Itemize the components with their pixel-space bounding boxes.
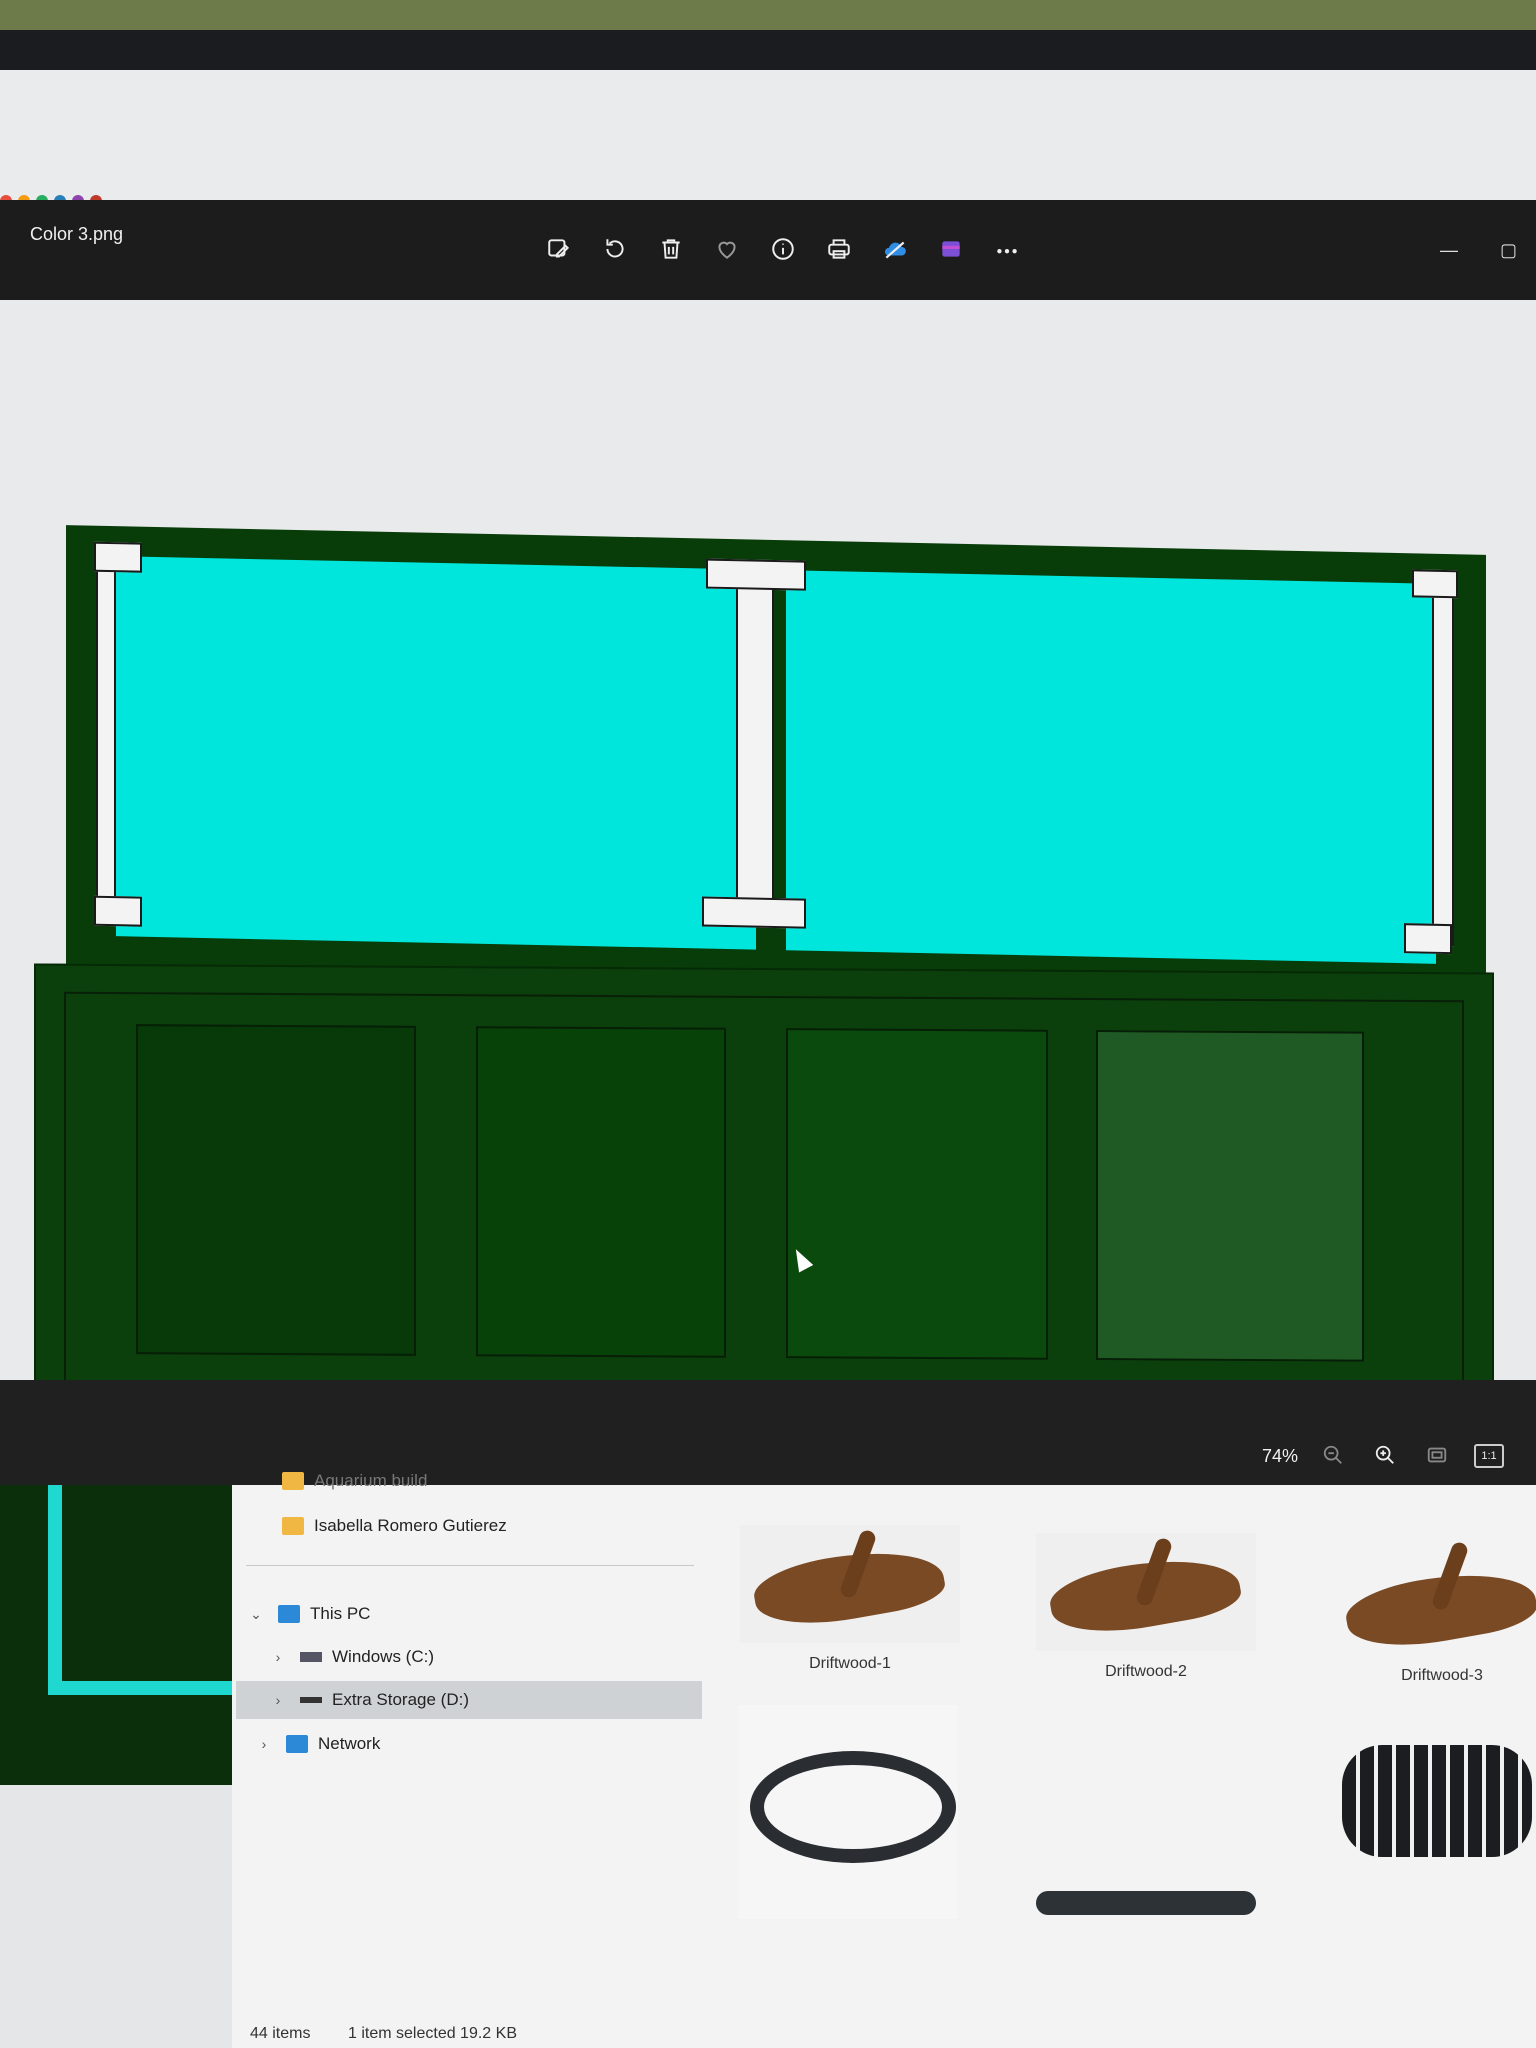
- onedrive-icon[interactable]: [876, 230, 914, 268]
- background-tank-preview: [0, 1485, 240, 1785]
- file-title: Color 3.png: [30, 224, 124, 244]
- cabinet-inner-frame: [64, 991, 1464, 1401]
- actual-size-label: 1:1: [1481, 1450, 1497, 1462]
- chevron-right-icon[interactable]: ›: [268, 1649, 288, 1665]
- cabinet-door-2: [476, 1026, 726, 1358]
- viewer-titlebar: Color 3.png — ▢: [0, 200, 1536, 300]
- minimize-button[interactable]: —: [1440, 240, 1458, 261]
- file-tubing[interactable]: [1036, 1705, 1256, 1925]
- folder-aquarium-build[interactable]: Aquarium build: [282, 1469, 427, 1493]
- tubing-thumbnail: [1036, 1705, 1256, 1919]
- chevron-right-icon[interactable]: ›: [254, 1736, 274, 1752]
- right-top-cap: [1412, 569, 1458, 599]
- left-bottom-cap: [94, 895, 142, 927]
- viewer-statusbar: 74% 1:1: [0, 1380, 1536, 1485]
- driftwood-thumbnail: [1332, 1537, 1536, 1655]
- explorer-navigation-pane: Aquarium build Isabella Romero Gutierez …: [232, 1471, 702, 2005]
- network-icon: [286, 1735, 308, 1753]
- aquarium-tank-frame: [66, 525, 1486, 995]
- nav-drive-c[interactable]: › Windows (C:): [268, 1638, 434, 1676]
- center-brace: [736, 573, 774, 918]
- edit-image-icon[interactable]: [540, 230, 578, 268]
- file-driftwood-3[interactable]: Driftwood-3: [1332, 1537, 1536, 1685]
- actual-size-icon[interactable]: 1:1: [1474, 1444, 1504, 1468]
- tab-color-dots: [0, 188, 108, 201]
- file-driftwood-1[interactable]: Driftwood-1: [740, 1525, 960, 1673]
- left-brace: [96, 547, 116, 919]
- right-bottom-cap: [1404, 923, 1452, 955]
- file-label: Driftwood-2: [1105, 1663, 1187, 1680]
- computer-icon: [278, 1605, 300, 1623]
- wave-pump-thumbnail: [1322, 1705, 1536, 1919]
- zoom-tools: 1:1: [1318, 1440, 1504, 1470]
- drive-icon: [300, 1697, 322, 1703]
- aquarium-stand-cabinet: [34, 963, 1494, 1433]
- center-bottom-cap: [702, 896, 806, 929]
- windows-drive-icon: [300, 1652, 322, 1662]
- file-label: Driftwood-3: [1401, 1667, 1483, 1684]
- chevron-down-icon[interactable]: ⌄: [246, 1606, 266, 1623]
- nav-this-pc[interactable]: ⌄ This PC: [246, 1595, 370, 1633]
- background-window-strip: [0, 70, 1536, 201]
- selection-status: 1 item selected 19.2 KB: [348, 2025, 517, 2042]
- file-label: Driftwood-1: [809, 1655, 891, 1672]
- zoom-out-icon[interactable]: [1318, 1440, 1348, 1470]
- image-canvas[interactable]: [0, 300, 1536, 1433]
- nav-divider: [246, 1565, 694, 1566]
- zoom-level: 74%: [1262, 1446, 1299, 1466]
- folder-isabella-romero-gutierez[interactable]: Isabella Romero Gutierez: [282, 1507, 507, 1545]
- driftwood-thumbnail: [1036, 1533, 1256, 1651]
- cabinet-door-4: [1096, 1030, 1364, 1362]
- center-top-cap: [706, 558, 806, 591]
- right-brace: [1432, 575, 1454, 947]
- maximize-button[interactable]: ▢: [1500, 240, 1517, 261]
- delete-icon[interactable]: [652, 230, 690, 268]
- rotate-icon[interactable]: [596, 230, 634, 268]
- info-icon[interactable]: [764, 230, 802, 268]
- screen: Color 3.png — ▢ 74% 1:1 Aquarium build I…: [0, 70, 1536, 2048]
- chevron-right-icon[interactable]: ›: [268, 1692, 288, 1708]
- file-explorer-window: Aquarium build Isabella Romero Gutierez …: [232, 1471, 1536, 2048]
- fit-to-window-icon[interactable]: [1422, 1440, 1452, 1470]
- zoom-in-icon[interactable]: [1370, 1440, 1400, 1470]
- nav-drive-d[interactable]: › Extra Storage (D:): [236, 1681, 702, 1719]
- item-count: 44 items: [250, 2025, 311, 2042]
- explorer-file-grid: Driftwood-1 Driftwood-2 Driftwood-3: [732, 1525, 1536, 1995]
- cabinet-door-3: [786, 1028, 1048, 1360]
- folder-icon: [282, 1517, 304, 1535]
- aquarium-glass-right: [786, 570, 1436, 964]
- left-top-cap: [94, 541, 142, 573]
- cabinet-door-1: [136, 1024, 416, 1356]
- nav-network[interactable]: › Network: [254, 1725, 380, 1763]
- photos-viewer-window: Color 3.png — ▢ 74% 1:1: [0, 200, 1536, 1485]
- favorite-heart-icon[interactable]: [708, 230, 746, 268]
- file-wave-pump[interactable]: [1322, 1705, 1536, 1925]
- more-options-icon[interactable]: [988, 230, 1026, 268]
- print-icon[interactable]: [820, 230, 858, 268]
- viewer-toolbar: [540, 230, 1026, 270]
- file-driftwood-2[interactable]: Driftwood-2: [1036, 1533, 1256, 1681]
- hose-thumbnail: [738, 1705, 958, 1919]
- clipchamp-icon[interactable]: [932, 230, 970, 268]
- driftwood-thumbnail: [740, 1525, 960, 1643]
- folder-icon: [282, 1472, 304, 1490]
- file-hose[interactable]: [738, 1705, 958, 1925]
- aquarium-glass-left: [116, 556, 756, 950]
